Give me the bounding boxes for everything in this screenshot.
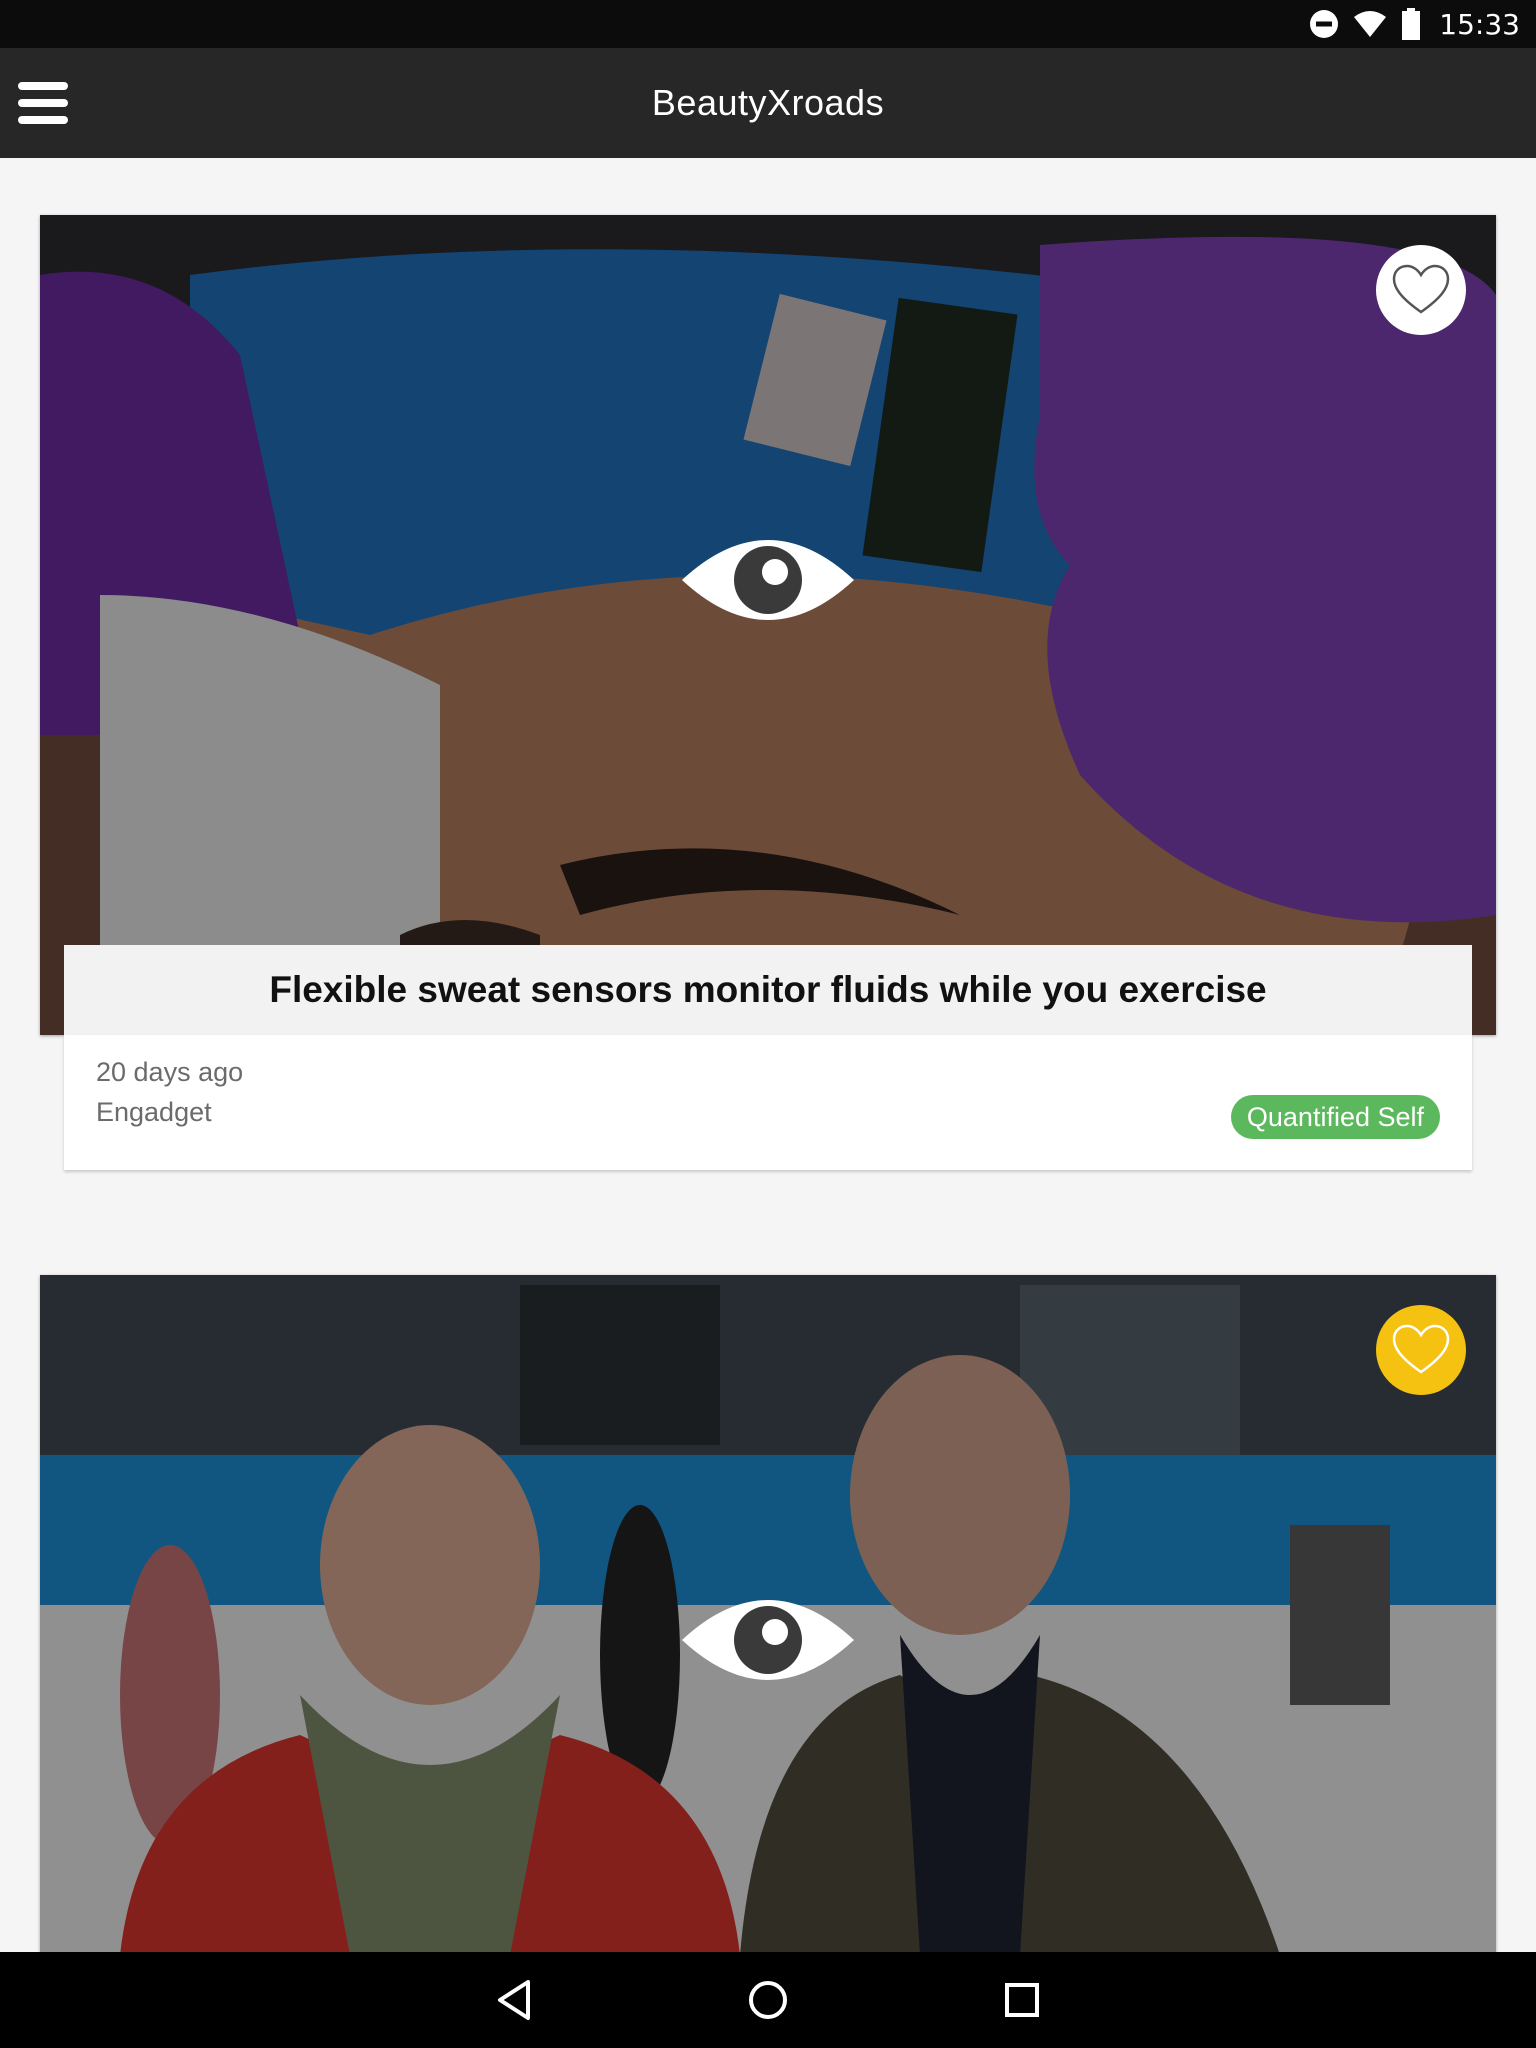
favorite-heart-icon[interactable] [1376,245,1466,335]
article-title[interactable]: Flexible sweat sensors monitor fluids wh… [64,945,1472,1035]
home-icon[interactable] [740,1972,796,2028]
status-time: 15:33 [1439,7,1520,41]
wifi-icon [1353,10,1387,38]
app-bar: BeautyXroads [0,48,1536,158]
tag-badge[interactable]: Quantified Self [1230,1095,1440,1139]
article-source: Engadget [96,1097,212,1127]
article-age: 20 days ago [96,1057,244,1087]
app-title: BeautyXroads [651,82,885,123]
system-nav-bar [0,1952,1536,2048]
view-eye-icon[interactable] [682,530,854,630]
article-card-image[interactable] [40,1275,1496,1955]
battery-icon [1401,8,1421,40]
back-icon[interactable] [486,1972,542,2028]
article-meta: 20 days ago Engadget Quantified Self [64,1035,1472,1170]
recents-icon[interactable] [994,1972,1050,2028]
view-eye-icon[interactable] [682,1590,854,1690]
do-not-disturb-icon [1309,9,1339,39]
favorite-heart-icon[interactable] [1376,1305,1466,1395]
article-card-image[interactable] [40,215,1496,1035]
status-bar: 15:33 [0,0,1536,48]
